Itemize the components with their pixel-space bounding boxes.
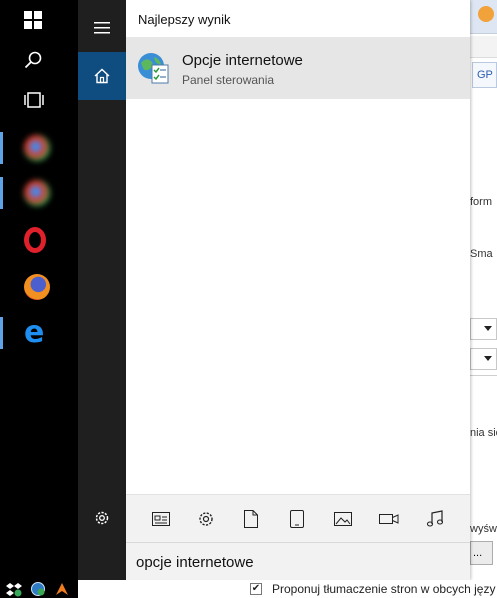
search-button[interactable]: [0, 40, 78, 80]
translate-checkbox-label: Proponuj tłumaczenie stron w obcych języ: [272, 582, 496, 596]
filter-apps-button[interactable]: [149, 507, 173, 531]
taskbar-app-opera[interactable]: [0, 220, 78, 260]
taskbar-app-edge[interactable]: e: [0, 313, 78, 353]
dropdown-select[interactable]: [470, 318, 497, 340]
translate-checkbox[interactable]: ✔: [250, 583, 262, 595]
system-tray: [0, 580, 78, 598]
filter-settings-button[interactable]: [194, 507, 218, 531]
photos-filter-icon: [334, 512, 352, 526]
background-window-bottom: ✔ Proponuj tłumaczenie stron w obcych ję…: [78, 580, 497, 598]
text-fragment: Sma: [470, 248, 493, 260]
text-fragment: form: [470, 196, 492, 208]
taskbar: e: [0, 0, 78, 580]
filter-documents-button[interactable]: [239, 507, 263, 531]
firefox-icon: [24, 274, 50, 300]
start-nav-column: [78, 0, 126, 580]
search-filter-bar: [126, 494, 470, 542]
text-fragment: wyśw: [470, 523, 497, 535]
avast-icon[interactable]: [54, 581, 70, 597]
best-match-result[interactable]: Opcje internetowe Panel sterowania: [126, 37, 470, 99]
task-view-icon: [24, 92, 44, 108]
taskbar-app-chrome-2[interactable]: [0, 173, 78, 213]
documents-filter-icon: [244, 510, 258, 528]
tablet-filter-icon: [290, 510, 304, 528]
music-filter-icon: [426, 510, 444, 527]
active-indicator: [0, 317, 3, 349]
taskbar-app-firefox[interactable]: [0, 267, 78, 307]
settings-button[interactable]: ...: [470, 541, 493, 565]
taskbar-app-chrome[interactable]: [0, 128, 78, 168]
best-match-heading: Najlepszy wynik: [138, 12, 231, 27]
chevron-down-icon: [484, 326, 492, 331]
active-indicator: [0, 177, 3, 209]
search-box[interactable]: [126, 542, 470, 580]
filter-videos-button[interactable]: [377, 507, 401, 531]
dropbox-icon[interactable]: [6, 581, 22, 597]
result-title: Opcje internetowe: [182, 52, 303, 69]
chrome-icon: [24, 135, 50, 161]
hamburger-menu-icon: [94, 22, 110, 34]
text-fragment: nia sie: [470, 427, 497, 439]
expand-menu-button[interactable]: [78, 4, 126, 52]
opera-icon: [24, 227, 46, 253]
start-button[interactable]: [0, 0, 78, 40]
windows-start-icon: [24, 11, 42, 29]
search-icon: [24, 51, 42, 69]
browser-tabstrip: [470, 0, 497, 34]
edge-icon: e: [24, 315, 45, 350]
settings-button[interactable]: [78, 494, 126, 542]
background-window: GP form Sma nia sie wyśw ...: [470, 0, 497, 598]
search-input[interactable]: [136, 552, 456, 572]
settings-gear-icon: [95, 511, 109, 525]
home-button[interactable]: [78, 52, 126, 100]
filter-music-button[interactable]: [423, 507, 447, 531]
result-subtitle: Panel sterowania: [182, 73, 275, 87]
active-indicator: [0, 132, 3, 164]
settings-filter-icon: [199, 512, 213, 526]
gp-button[interactable]: GP: [472, 62, 497, 88]
chrome-icon: [24, 180, 50, 206]
globe-checklist-icon: [138, 53, 169, 84]
task-view-button[interactable]: [0, 80, 78, 120]
dropdown-select[interactable]: [470, 348, 497, 370]
search-results-panel: Najlepszy wynik Opcje internetowe Panel …: [126, 0, 470, 580]
network-globe-icon[interactable]: [30, 581, 46, 597]
tab-favicon-icon: [478, 6, 494, 22]
address-bar[interactable]: [470, 36, 497, 58]
home-icon: [94, 68, 110, 84]
divider: [470, 375, 497, 376]
filter-photos-button[interactable]: [331, 507, 355, 531]
chevron-down-icon: [484, 356, 492, 361]
videos-filter-icon: [379, 514, 399, 524]
apps-filter-icon: [152, 512, 170, 526]
filter-tablet-button[interactable]: [285, 507, 309, 531]
